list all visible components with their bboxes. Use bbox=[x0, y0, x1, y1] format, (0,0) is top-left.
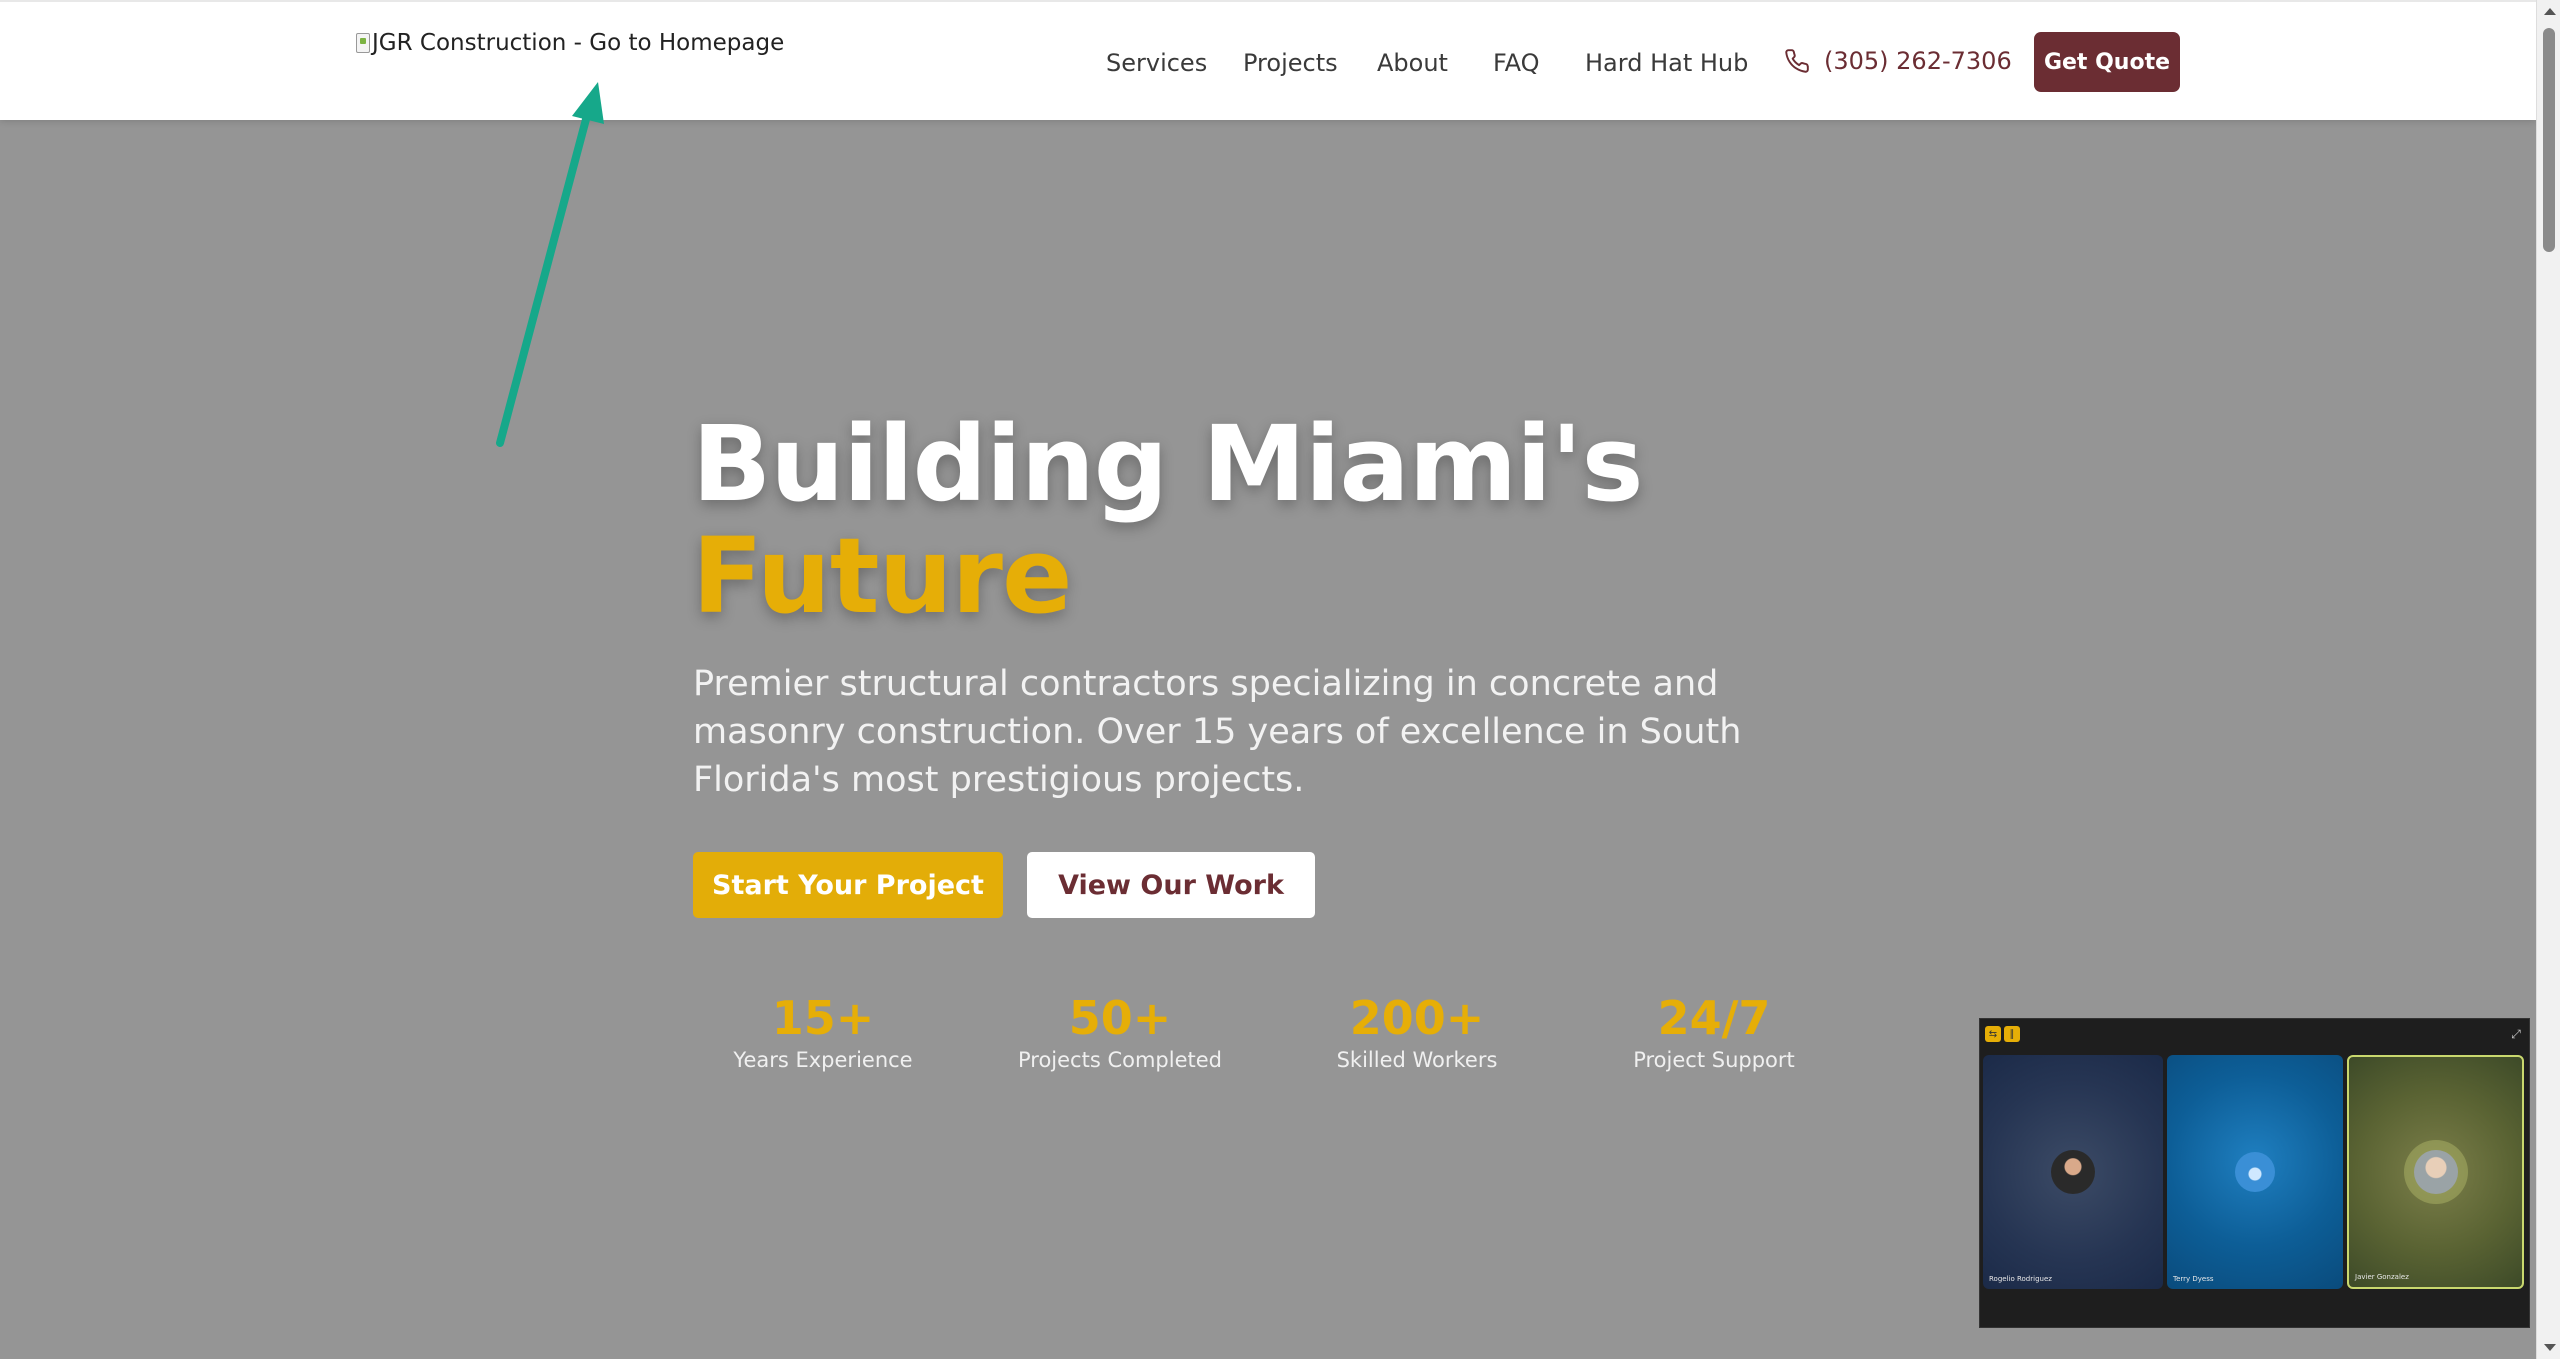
stat-value: 15+ bbox=[771, 991, 875, 1045]
stat-workers: 200+ Skilled Workers bbox=[1287, 990, 1547, 1072]
nav-hard-hat-hub[interactable]: Hard Hat Hub bbox=[1585, 49, 1748, 77]
scroll-down-icon[interactable] bbox=[2544, 1344, 2556, 1351]
scroll-up-icon[interactable] bbox=[2544, 8, 2556, 15]
avatar bbox=[2413, 1150, 2458, 1194]
call-pause-icon[interactable]: ∥ bbox=[2004, 1026, 2020, 1042]
stat-value: 200+ bbox=[1349, 991, 1485, 1045]
stat-label: Project Support bbox=[1633, 1048, 1795, 1072]
hero-title-line: Building Miami's bbox=[692, 403, 1643, 525]
call-layout-icon[interactable]: ⇆ bbox=[1985, 1026, 2001, 1042]
phone-icon bbox=[1785, 49, 1809, 73]
stat-value: 24/7 bbox=[1657, 991, 1771, 1045]
video-call-widget: ⇆ ∥ ⤢ Rogelio Rodriguez Terry Dyess Javi… bbox=[1979, 1018, 2530, 1328]
stat-years: 15+ Years Experience bbox=[693, 990, 953, 1072]
hero-subtitle: Premier structural contractors specializ… bbox=[693, 664, 1742, 800]
participant-name: Terry Dyess bbox=[2173, 1275, 2214, 1283]
stat-value: 50+ bbox=[1068, 991, 1172, 1045]
page-scrollbar[interactable] bbox=[2536, 0, 2560, 1359]
phone-link[interactable]: (305) 262-7306 bbox=[1784, 47, 2012, 75]
stat-support: 24/7 Project Support bbox=[1584, 990, 1844, 1072]
expand-icon[interactable]: ⤢ bbox=[2508, 1026, 2524, 1042]
participant-tile[interactable]: Terry Dyess bbox=[2167, 1055, 2343, 1289]
participant-name: Javier Gonzalez bbox=[2355, 1273, 2409, 1281]
stat-label: Years Experience bbox=[733, 1048, 913, 1072]
start-project-button[interactable]: Start Your Project bbox=[693, 852, 1003, 918]
avatar bbox=[2051, 1150, 2095, 1194]
participant-tile[interactable]: Rogelio Rodriguez bbox=[1983, 1055, 2163, 1289]
stat-projects: 50+ Projects Completed bbox=[990, 990, 1250, 1072]
stat-label: Projects Completed bbox=[1017, 1048, 1222, 1072]
broken-image-icon bbox=[356, 33, 370, 53]
participant-tile-active-speaker[interactable]: Javier Gonzalez bbox=[2347, 1055, 2524, 1289]
hero-title: Building Miami's Future bbox=[692, 408, 1643, 637]
scroll-thumb[interactable] bbox=[2543, 28, 2555, 252]
nav-about[interactable]: About bbox=[1377, 49, 1448, 77]
stat-label: Skilled Workers bbox=[1336, 1048, 1498, 1072]
nav-services[interactable]: Services bbox=[1106, 49, 1207, 77]
nav-faq[interactable]: FAQ bbox=[1493, 49, 1540, 77]
logo-link[interactable]: JGR Construction - Go to Homepage bbox=[356, 30, 784, 56]
hero-title-accent: Future bbox=[692, 515, 1072, 637]
site-header: JGR Construction - Go to Homepage Servic… bbox=[0, 0, 2536, 120]
nav-projects[interactable]: Projects bbox=[1243, 49, 1338, 77]
avatar bbox=[2235, 1152, 2275, 1192]
phone-number: (305) 262-7306 bbox=[1824, 47, 2012, 75]
logo-alt-text: JGR Construction - Go to Homepage bbox=[372, 30, 785, 56]
participant-name: Rogelio Rodriguez bbox=[1989, 1275, 2052, 1283]
view-work-button[interactable]: View Our Work bbox=[1027, 852, 1315, 918]
get-quote-button[interactable]: Get Quote bbox=[2034, 32, 2180, 92]
